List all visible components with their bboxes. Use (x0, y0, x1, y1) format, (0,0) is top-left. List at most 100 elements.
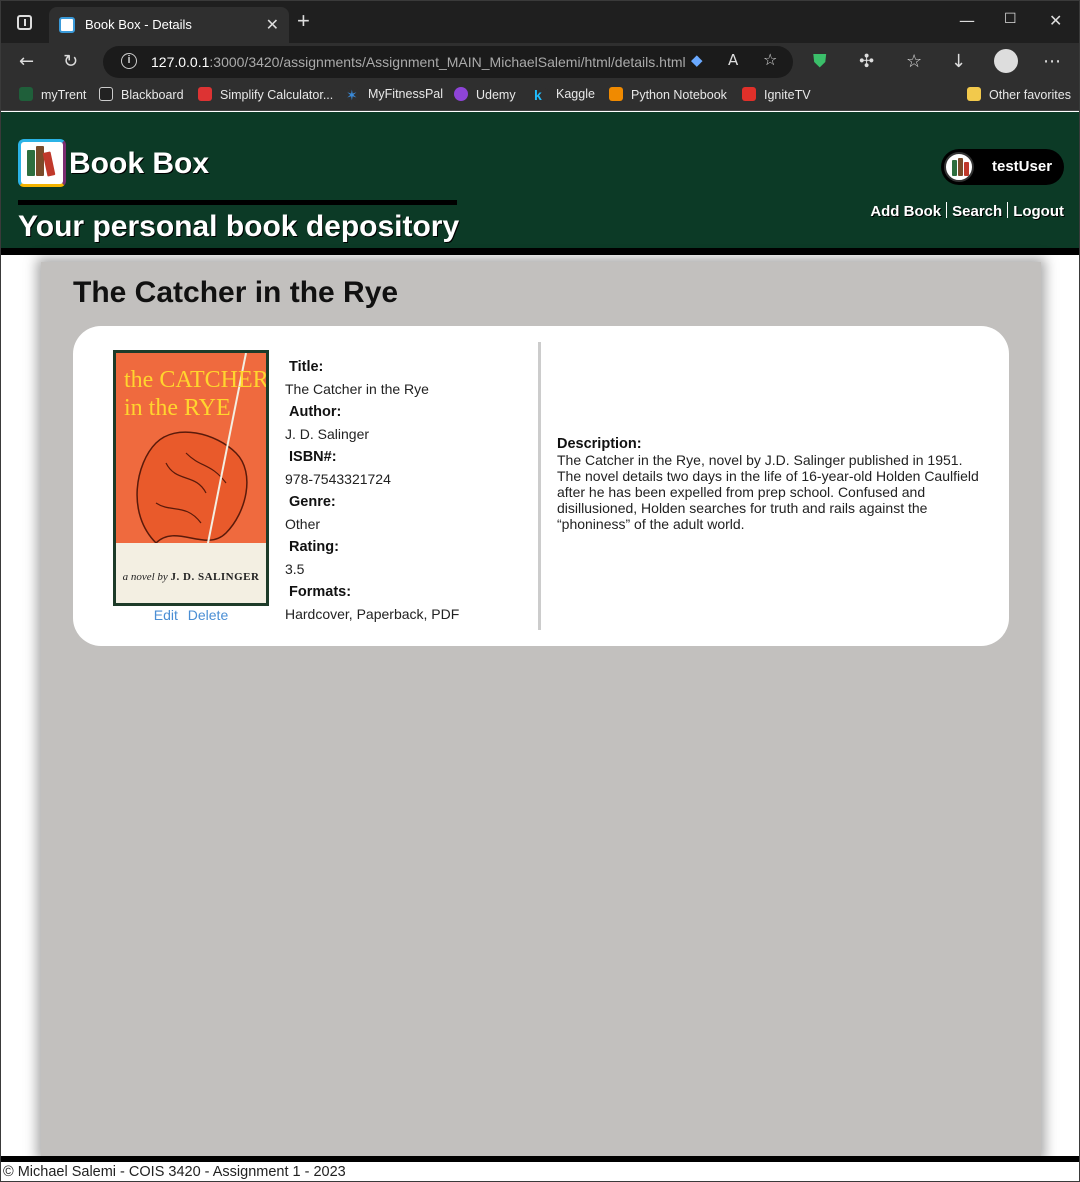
cover-author: a novel by J. D. SALINGER (116, 571, 266, 583)
bookbox-logo-icon[interactable] (18, 139, 66, 187)
field-value-rating: 3.5 (285, 561, 305, 577)
page-title: The Catcher in the Rye (73, 276, 399, 309)
blackboard-icon (99, 87, 113, 101)
tab-actions-icon[interactable] (17, 15, 32, 30)
description-section: Description: The Catcher in the Rye, nov… (557, 436, 987, 532)
cover-title-line1: the CATCHER (124, 367, 269, 393)
url-text[interactable]: 127.0.0.1:3000/3420/assignments/Assignme… (151, 54, 686, 70)
ignitetv-icon (742, 87, 756, 101)
field-value-isbn: 978-7543321724 (285, 471, 391, 487)
bookmark-label: Python Notebook (631, 88, 727, 102)
bookmark-udemy[interactable]: Udemy (454, 87, 516, 102)
bookmark-kaggle[interactable]: k Kaggle (534, 87, 595, 102)
site-tagline: Your personal book depository (18, 210, 460, 243)
back-icon[interactable]: ← (19, 51, 34, 72)
tab-title: Book Box - Details (85, 17, 192, 32)
bookmark-label: IgniteTV (764, 88, 811, 102)
title-rule (18, 200, 457, 205)
downloads-icon[interactable]: ↓ (951, 51, 966, 72)
refresh-icon[interactable]: ↻ (63, 51, 78, 72)
edit-link[interactable]: Edit (154, 607, 178, 623)
book-icon (958, 158, 963, 176)
url-host: 127.0.0.1 (151, 54, 210, 70)
minimize-icon[interactable]: — (959, 11, 975, 30)
maximize-icon[interactable]: ☐ (1004, 11, 1017, 27)
field-label-genre: Genre: (289, 494, 336, 510)
shield-icon[interactable]: ⛊ (813, 51, 827, 72)
add-favorite-icon[interactable]: ☆ (763, 50, 777, 69)
tag-icon[interactable]: ◆ (691, 51, 703, 69)
description-text: The Catcher in the Rye, novel by J.D. Sa… (557, 452, 979, 532)
bookmark-mytrent[interactable]: myTrent (19, 87, 86, 102)
notebook-icon (609, 87, 623, 101)
bookmark-label: Other favorites (989, 88, 1071, 102)
address-bar[interactable]: i 127.0.0.1:3000/3420/assignments/Assign… (103, 46, 793, 78)
close-window-icon[interactable]: ✕ (1049, 11, 1062, 30)
more-icon[interactable]: ⋯ (1043, 51, 1061, 72)
bookmark-other-favorites[interactable]: Other favorites (967, 87, 1071, 102)
field-label-author: Author: (289, 404, 342, 420)
book-icon (27, 150, 35, 176)
cover-author-prefix: a novel by (122, 571, 168, 583)
field-label-rating: Rating: (289, 539, 339, 555)
field-value-genre: Other (285, 516, 321, 532)
site-info-icon[interactable]: i (121, 53, 137, 69)
bookmark-label: Kaggle (556, 87, 595, 101)
main-content: The Catcher in the Rye the CATCHER in th… (41, 262, 1041, 1158)
user-badge[interactable]: testUser (941, 149, 1064, 185)
tab-active[interactable]: Book Box - Details ✕ (49, 7, 289, 43)
web-page: Book Box Your personal book depository t… (1, 112, 1079, 1181)
description-label: Description: (557, 436, 642, 452)
delete-link[interactable]: Delete (188, 607, 228, 623)
card-divider (538, 342, 541, 630)
bookmark-ignitetv[interactable]: IgniteTV (742, 87, 811, 102)
bookmark-label: MyFitnessPal (368, 87, 444, 101)
username: testUser (992, 158, 1053, 175)
field-value-formats: Hardcover, Paperback, PDF (285, 606, 460, 622)
udemy-icon (454, 87, 468, 101)
nav-logout[interactable]: Logout (1013, 203, 1064, 220)
book-details-card: the CATCHER in the RYE a novel by J. D. … (73, 326, 1009, 646)
field-label-isbn: ISBN#: (289, 449, 337, 465)
bookmark-python-notebook[interactable]: Python Notebook (609, 87, 727, 102)
nav-separator (1007, 202, 1009, 218)
book-icon (952, 160, 957, 176)
bookmark-myfitnesspal[interactable]: ✶ MyFitnessPal (346, 87, 443, 102)
tab-close-icon[interactable]: ✕ (266, 15, 279, 35)
field-label-formats: Formats: (289, 584, 352, 600)
favorites-icon[interactable]: ☆ (906, 51, 922, 72)
site-title[interactable]: Book Box (69, 147, 209, 181)
field-label-title: Title: (289, 359, 324, 375)
book-icon (964, 162, 969, 176)
kaggle-icon: k (534, 88, 548, 102)
book-actions: Edit Delete (113, 607, 269, 623)
bookmark-label: Simplify Calculator... (220, 88, 334, 102)
read-aloud-icon[interactable]: A (728, 51, 738, 69)
bookmark-simplify[interactable]: Simplify Calculator... (198, 87, 333, 102)
book-fields: Title: The Catcher in the Rye Author: J.… (285, 356, 535, 626)
bookmark-label: myTrent (41, 88, 87, 102)
navigation-bar: ← ↻ i 127.0.0.1:3000/3420/assignments/As… (1, 43, 1079, 81)
nav-search[interactable]: Search (952, 203, 1002, 220)
new-tab-icon[interactable]: + (297, 10, 310, 32)
field-value-author: J. D. Salinger (285, 426, 370, 442)
bookmarks-bar: myTrent Blackboard Simplify Calculator..… (1, 81, 1079, 111)
myfitnesspal-icon: ✶ (346, 88, 360, 102)
title-bar: Book Box - Details ✕ + — ☐ ✕ (1, 1, 1079, 43)
bookmark-label: Blackboard (121, 88, 184, 102)
bookmark-blackboard[interactable]: Blackboard (99, 87, 184, 102)
browser-window: Book Box - Details ✕ + — ☐ ✕ ← ↻ i 127.0… (0, 0, 1080, 1182)
avatar (944, 152, 974, 182)
extensions-icon[interactable]: ✣ (859, 51, 874, 72)
bookmark-label: Udemy (476, 88, 516, 102)
site-nav: Add Book Search Logout (870, 202, 1064, 220)
nav-add-book[interactable]: Add Book (870, 203, 941, 220)
field-value-title: The Catcher in the Rye (285, 381, 429, 397)
profile-icon[interactable] (994, 49, 1018, 73)
simplify-icon (198, 87, 212, 101)
book-cover-image: the CATCHER in the RYE a novel by J. D. … (113, 350, 269, 606)
book-icon (36, 146, 44, 176)
cover-title-line2: in the RYE (124, 395, 231, 421)
url-path: :3000/3420/assignments/Assignment_MAIN_M… (209, 54, 686, 70)
mytrent-icon (19, 87, 33, 101)
